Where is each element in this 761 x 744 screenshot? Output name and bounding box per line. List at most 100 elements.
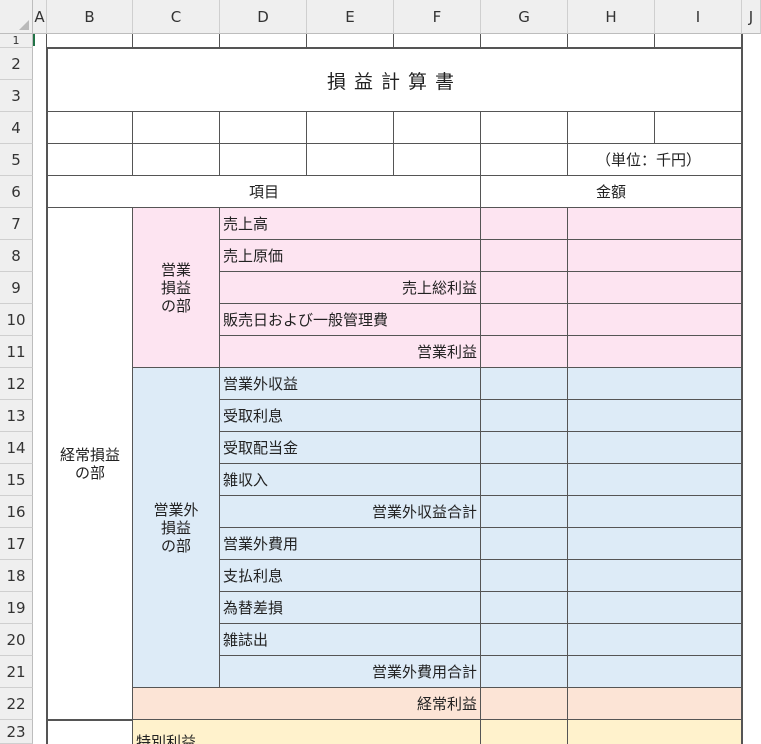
row-header-20[interactable]: 20 xyxy=(0,624,33,656)
row-header-19[interactable]: 19 xyxy=(0,592,33,624)
cell-g4[interactable] xyxy=(481,112,568,144)
cell-c1[interactable] xyxy=(133,34,220,48)
cell-g20[interactable] xyxy=(481,624,568,656)
row-header-12[interactable]: 12 xyxy=(0,368,33,400)
cell-e5[interactable] xyxy=(307,144,394,176)
cell-g11[interactable] xyxy=(481,336,568,368)
cell-g5[interactable] xyxy=(481,144,568,176)
column-header-d[interactable]: D xyxy=(220,0,307,34)
column-header-c[interactable]: C xyxy=(133,0,220,34)
cell-e1[interactable] xyxy=(307,34,394,48)
cell-g17[interactable] xyxy=(481,528,568,560)
cell-h1[interactable] xyxy=(568,34,655,48)
row-header-22[interactable]: 22 xyxy=(0,688,33,720)
column-header-h[interactable]: H xyxy=(568,0,655,34)
cell-g13[interactable] xyxy=(481,400,568,432)
section-operating-label[interactable]: 営業 損益 の部 xyxy=(133,208,220,368)
item-extraordinary-income[interactable]: 特別利益 xyxy=(133,720,481,744)
column-a-cells[interactable] xyxy=(33,34,47,744)
section-nonoperating-label[interactable]: 営業外 損益 の部 xyxy=(133,368,220,688)
row-header-5[interactable]: 5 xyxy=(0,144,33,176)
item-sga[interactable]: 販売日および一般管理費 xyxy=(220,304,481,336)
select-all-corner[interactable] xyxy=(0,0,33,34)
column-header-f[interactable]: F xyxy=(394,0,481,34)
row-header-2[interactable]: 2 xyxy=(0,48,33,80)
amount-dividends-received[interactable] xyxy=(568,432,742,464)
cell-f4[interactable] xyxy=(394,112,481,144)
amount-sales[interactable] xyxy=(568,208,742,240)
cell-i4[interactable] xyxy=(655,112,742,144)
amount-misc-income[interactable] xyxy=(568,464,742,496)
amount-operating-profit[interactable] xyxy=(568,336,742,368)
row-header-10[interactable]: 10 xyxy=(0,304,33,336)
sheet-title[interactable]: 損益計算書 xyxy=(47,48,742,112)
row-header-17[interactable]: 17 xyxy=(0,528,33,560)
item-nonop-expense-total[interactable]: 営業外費用合計 xyxy=(220,656,481,688)
row-header-8[interactable]: 8 xyxy=(0,240,33,272)
cell-g14[interactable] xyxy=(481,432,568,464)
cell-h4[interactable] xyxy=(568,112,655,144)
amount-cost-of-sales[interactable] xyxy=(568,240,742,272)
item-nonop-expense[interactable]: 営業外費用 xyxy=(220,528,481,560)
item-interest-received[interactable]: 受取利息 xyxy=(220,400,481,432)
item-cost-of-sales[interactable]: 売上原価 xyxy=(220,240,481,272)
row-header-13[interactable]: 13 xyxy=(0,400,33,432)
cell-g19[interactable] xyxy=(481,592,568,624)
cell-g12[interactable] xyxy=(481,368,568,400)
unit-label[interactable]: （単位：千円） xyxy=(568,144,742,176)
row-header-1[interactable]: 1 xyxy=(0,34,33,48)
column-j-cells[interactable] xyxy=(742,34,761,744)
cell-i1[interactable] xyxy=(655,34,742,48)
row-header-11[interactable]: 11 xyxy=(0,336,33,368)
row-header-9[interactable]: 9 xyxy=(0,272,33,304)
amount-ordinary-profit[interactable] xyxy=(568,688,742,720)
column-header-i[interactable]: I xyxy=(655,0,742,34)
column-header-a[interactable]: A xyxy=(33,0,47,34)
cell-c5[interactable] xyxy=(133,144,220,176)
item-operating-profit[interactable]: 営業利益 xyxy=(220,336,481,368)
cell-e4[interactable] xyxy=(307,112,394,144)
amount-extraordinary-income[interactable] xyxy=(568,720,742,744)
amount-nonop-income-total[interactable] xyxy=(568,496,742,528)
item-misc-expense[interactable]: 雑誌出 xyxy=(220,624,481,656)
cell-g22[interactable] xyxy=(481,688,568,720)
cell-b23[interactable] xyxy=(47,720,133,744)
row-header-23[interactable]: 23 xyxy=(0,720,33,744)
row-header-6[interactable]: 6 xyxy=(0,176,33,208)
amount-gross-profit[interactable] xyxy=(568,272,742,304)
row-header-16[interactable]: 16 xyxy=(0,496,33,528)
cell-g16[interactable] xyxy=(481,496,568,528)
column-header-g[interactable]: G xyxy=(481,0,568,34)
amount-nonop-expense[interactable] xyxy=(568,528,742,560)
header-amount[interactable]: 金額 xyxy=(481,176,742,208)
cell-g23[interactable] xyxy=(481,720,568,744)
item-interest-paid[interactable]: 支払利息 xyxy=(220,560,481,592)
amount-interest-paid[interactable] xyxy=(568,560,742,592)
cell-g10[interactable] xyxy=(481,304,568,336)
item-dividends-received[interactable]: 受取配当金 xyxy=(220,432,481,464)
cell-g21[interactable] xyxy=(481,656,568,688)
cell-g7[interactable] xyxy=(481,208,568,240)
row-header-18[interactable]: 18 xyxy=(0,560,33,592)
header-item[interactable]: 項目 xyxy=(47,176,481,208)
amount-fx-loss[interactable] xyxy=(568,592,742,624)
amount-interest-received[interactable] xyxy=(568,400,742,432)
cell-g9[interactable] xyxy=(481,272,568,304)
row-header-4[interactable]: 4 xyxy=(0,112,33,144)
row-header-21[interactable]: 21 xyxy=(0,656,33,688)
section-ordinary-label[interactable]: 経常損益 の部 xyxy=(47,208,133,720)
item-gross-profit[interactable]: 売上総利益 xyxy=(220,272,481,304)
cell-d4[interactable] xyxy=(220,112,307,144)
row-header-14[interactable]: 14 xyxy=(0,432,33,464)
item-misc-income[interactable]: 雑収入 xyxy=(220,464,481,496)
row-header-15[interactable]: 15 xyxy=(0,464,33,496)
amount-sga[interactable] xyxy=(568,304,742,336)
amount-nonop-income[interactable] xyxy=(568,368,742,400)
amount-nonop-expense-total[interactable] xyxy=(568,656,742,688)
cell-g18[interactable] xyxy=(481,560,568,592)
cell-d5[interactable] xyxy=(220,144,307,176)
cell-b5[interactable] xyxy=(47,144,133,176)
column-header-b[interactable]: B xyxy=(47,0,133,34)
row-header-3[interactable]: 3 xyxy=(0,80,33,112)
item-fx-loss[interactable]: 為替差損 xyxy=(220,592,481,624)
